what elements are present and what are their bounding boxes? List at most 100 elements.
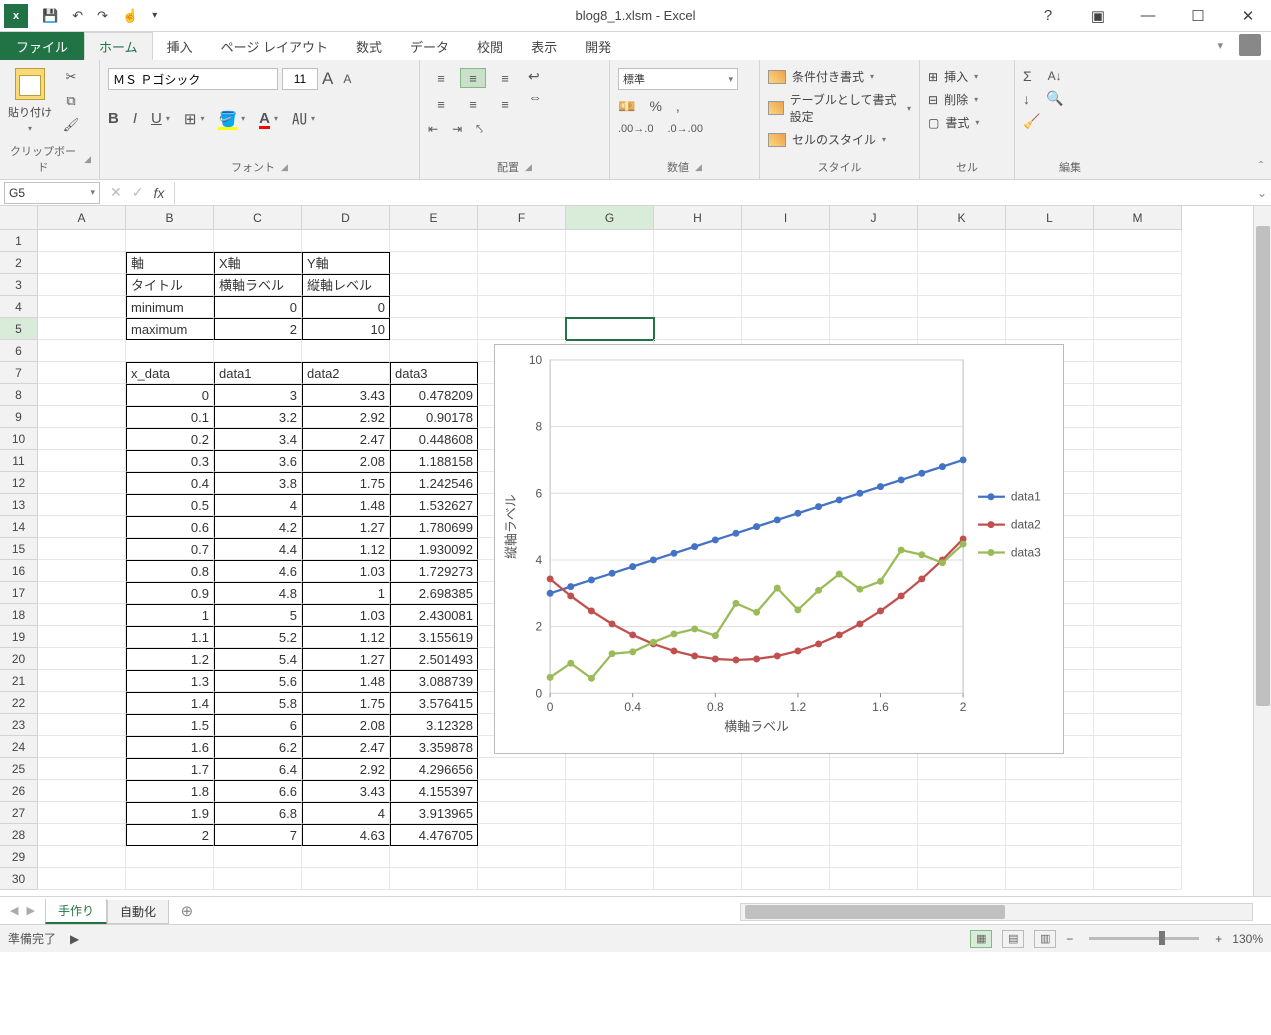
cell-M18[interactable] <box>1094 604 1182 626</box>
cell-D27[interactable]: 4 <box>302 802 390 824</box>
merge-center-icon[interactable]: ⇔ <box>528 89 542 105</box>
cell-D2[interactable]: Y軸 <box>302 252 390 274</box>
ribbon-tab-1[interactable]: 挿入 <box>153 32 207 60</box>
cell-J26[interactable] <box>830 780 918 802</box>
zoom-out-icon[interactable]: − <box>1066 932 1073 946</box>
cell-K27[interactable] <box>918 802 1006 824</box>
row-header-7[interactable]: 7 <box>0 362 38 384</box>
cell-A27[interactable] <box>38 802 126 824</box>
comma-format-icon[interactable]: , <box>676 98 680 115</box>
cell-M10[interactable] <box>1094 428 1182 450</box>
cell-J29[interactable] <box>830 846 918 868</box>
sheet-tab-0[interactable]: 手作り <box>45 899 107 924</box>
column-header-H[interactable]: H <box>654 206 742 230</box>
row-header-26[interactable]: 26 <box>0 780 38 802</box>
cell-B28[interactable]: 2 <box>126 824 214 846</box>
normal-view-icon[interactable]: ▦ <box>970 930 992 948</box>
zoom-slider[interactable] <box>1089 937 1199 940</box>
ribbon-tab-5[interactable]: 校閲 <box>463 32 517 60</box>
cell-E16[interactable]: 1.729273 <box>390 560 478 582</box>
decrease-decimal-icon[interactable]: .0→.00 <box>667 123 702 135</box>
column-header-E[interactable]: E <box>390 206 478 230</box>
row-header-17[interactable]: 17 <box>0 582 38 604</box>
align-right-icon[interactable]: ≡ <box>492 94 518 114</box>
cell-E1[interactable] <box>390 230 478 252</box>
cell-A25[interactable] <box>38 758 126 780</box>
row-header-13[interactable]: 13 <box>0 494 38 516</box>
cell-C28[interactable]: 7 <box>214 824 302 846</box>
cell-G5[interactable] <box>566 318 654 340</box>
collapse-ribbon-icon[interactable]: ˆ <box>1259 159 1263 173</box>
cell-I5[interactable] <box>742 318 830 340</box>
avatar-icon[interactable] <box>1239 34 1261 56</box>
cell-K5[interactable] <box>918 318 1006 340</box>
cell-B22[interactable]: 1.4 <box>126 692 214 714</box>
cell-C27[interactable]: 6.8 <box>214 802 302 824</box>
redo-icon[interactable]: ↷ <box>97 8 108 24</box>
cell-E6[interactable] <box>390 340 478 362</box>
cell-I2[interactable] <box>742 252 830 274</box>
sort-filter-icon[interactable]: A↓ <box>1048 69 1062 83</box>
cell-B2[interactable]: 軸 <box>126 252 214 274</box>
cell-E18[interactable]: 2.430081 <box>390 604 478 626</box>
cell-B13[interactable]: 0.5 <box>126 494 214 516</box>
cell-A14[interactable] <box>38 516 126 538</box>
cell-B19[interactable]: 1.1 <box>126 626 214 648</box>
qa-customize-icon[interactable]: ▾ <box>152 10 157 21</box>
cell-L27[interactable] <box>1006 802 1094 824</box>
zoom-in-icon[interactable]: + <box>1215 932 1222 946</box>
cell-G26[interactable] <box>566 780 654 802</box>
expand-formula-icon[interactable]: ⌄ <box>1253 186 1271 200</box>
ribbon-tab-7[interactable]: 開発 <box>571 32 625 60</box>
cell-M9[interactable] <box>1094 406 1182 428</box>
cell-D3[interactable]: 縦軸レベル <box>302 274 390 296</box>
row-header-5[interactable]: 5 <box>0 318 38 340</box>
ribbon-tab-0[interactable]: ホーム <box>84 32 153 60</box>
cell-E4[interactable] <box>390 296 478 318</box>
cell-E15[interactable]: 1.930092 <box>390 538 478 560</box>
cell-L2[interactable] <box>1006 252 1094 274</box>
cell-B17[interactable]: 0.9 <box>126 582 214 604</box>
cell-E9[interactable]: 0.90178 <box>390 406 478 428</box>
cell-A8[interactable] <box>38 384 126 406</box>
cell-M6[interactable] <box>1094 340 1182 362</box>
cell-M8[interactable] <box>1094 384 1182 406</box>
row-header-15[interactable]: 15 <box>0 538 38 560</box>
cell-H28[interactable] <box>654 824 742 846</box>
cell-D26[interactable]: 3.43 <box>302 780 390 802</box>
cell-D4[interactable]: 0 <box>302 296 390 318</box>
cell-E3[interactable] <box>390 274 478 296</box>
cell-D14[interactable]: 1.27 <box>302 516 390 538</box>
add-sheet-button[interactable]: ⊕ <box>175 902 199 920</box>
cell-M20[interactable] <box>1094 648 1182 670</box>
enter-formula-icon[interactable]: ✓ <box>132 184 144 201</box>
cell-C24[interactable]: 6.2 <box>214 736 302 758</box>
cell-A16[interactable] <box>38 560 126 582</box>
clipboard-launcher-icon[interactable]: ◢ <box>84 154 91 165</box>
column-header-B[interactable]: B <box>126 206 214 230</box>
cell-C5[interactable]: 2 <box>214 318 302 340</box>
cell-J28[interactable] <box>830 824 918 846</box>
cell-C21[interactable]: 5.6 <box>214 670 302 692</box>
cell-L29[interactable] <box>1006 846 1094 868</box>
align-bottom-icon[interactable]: ≡ <box>492 68 518 88</box>
cell-H2[interactable] <box>654 252 742 274</box>
increase-font-icon[interactable]: A <box>322 69 333 89</box>
cell-A9[interactable] <box>38 406 126 428</box>
cell-E24[interactable]: 3.359878 <box>390 736 478 758</box>
cell-E14[interactable]: 1.780699 <box>390 516 478 538</box>
cell-E23[interactable]: 3.12328 <box>390 714 478 736</box>
cell-D28[interactable]: 4.63 <box>302 824 390 846</box>
column-header-F[interactable]: F <box>478 206 566 230</box>
cell-D23[interactable]: 2.08 <box>302 714 390 736</box>
cell-F3[interactable] <box>478 274 566 296</box>
cell-A11[interactable] <box>38 450 126 472</box>
column-header-K[interactable]: K <box>918 206 1006 230</box>
increase-decimal-icon[interactable]: .00→.0 <box>618 123 653 135</box>
wrap-text-icon[interactable]: ↩ <box>528 68 542 85</box>
row-header-4[interactable]: 4 <box>0 296 38 318</box>
cell-G1[interactable] <box>566 230 654 252</box>
cell-M12[interactable] <box>1094 472 1182 494</box>
cell-D15[interactable]: 1.12 <box>302 538 390 560</box>
cell-I4[interactable] <box>742 296 830 318</box>
